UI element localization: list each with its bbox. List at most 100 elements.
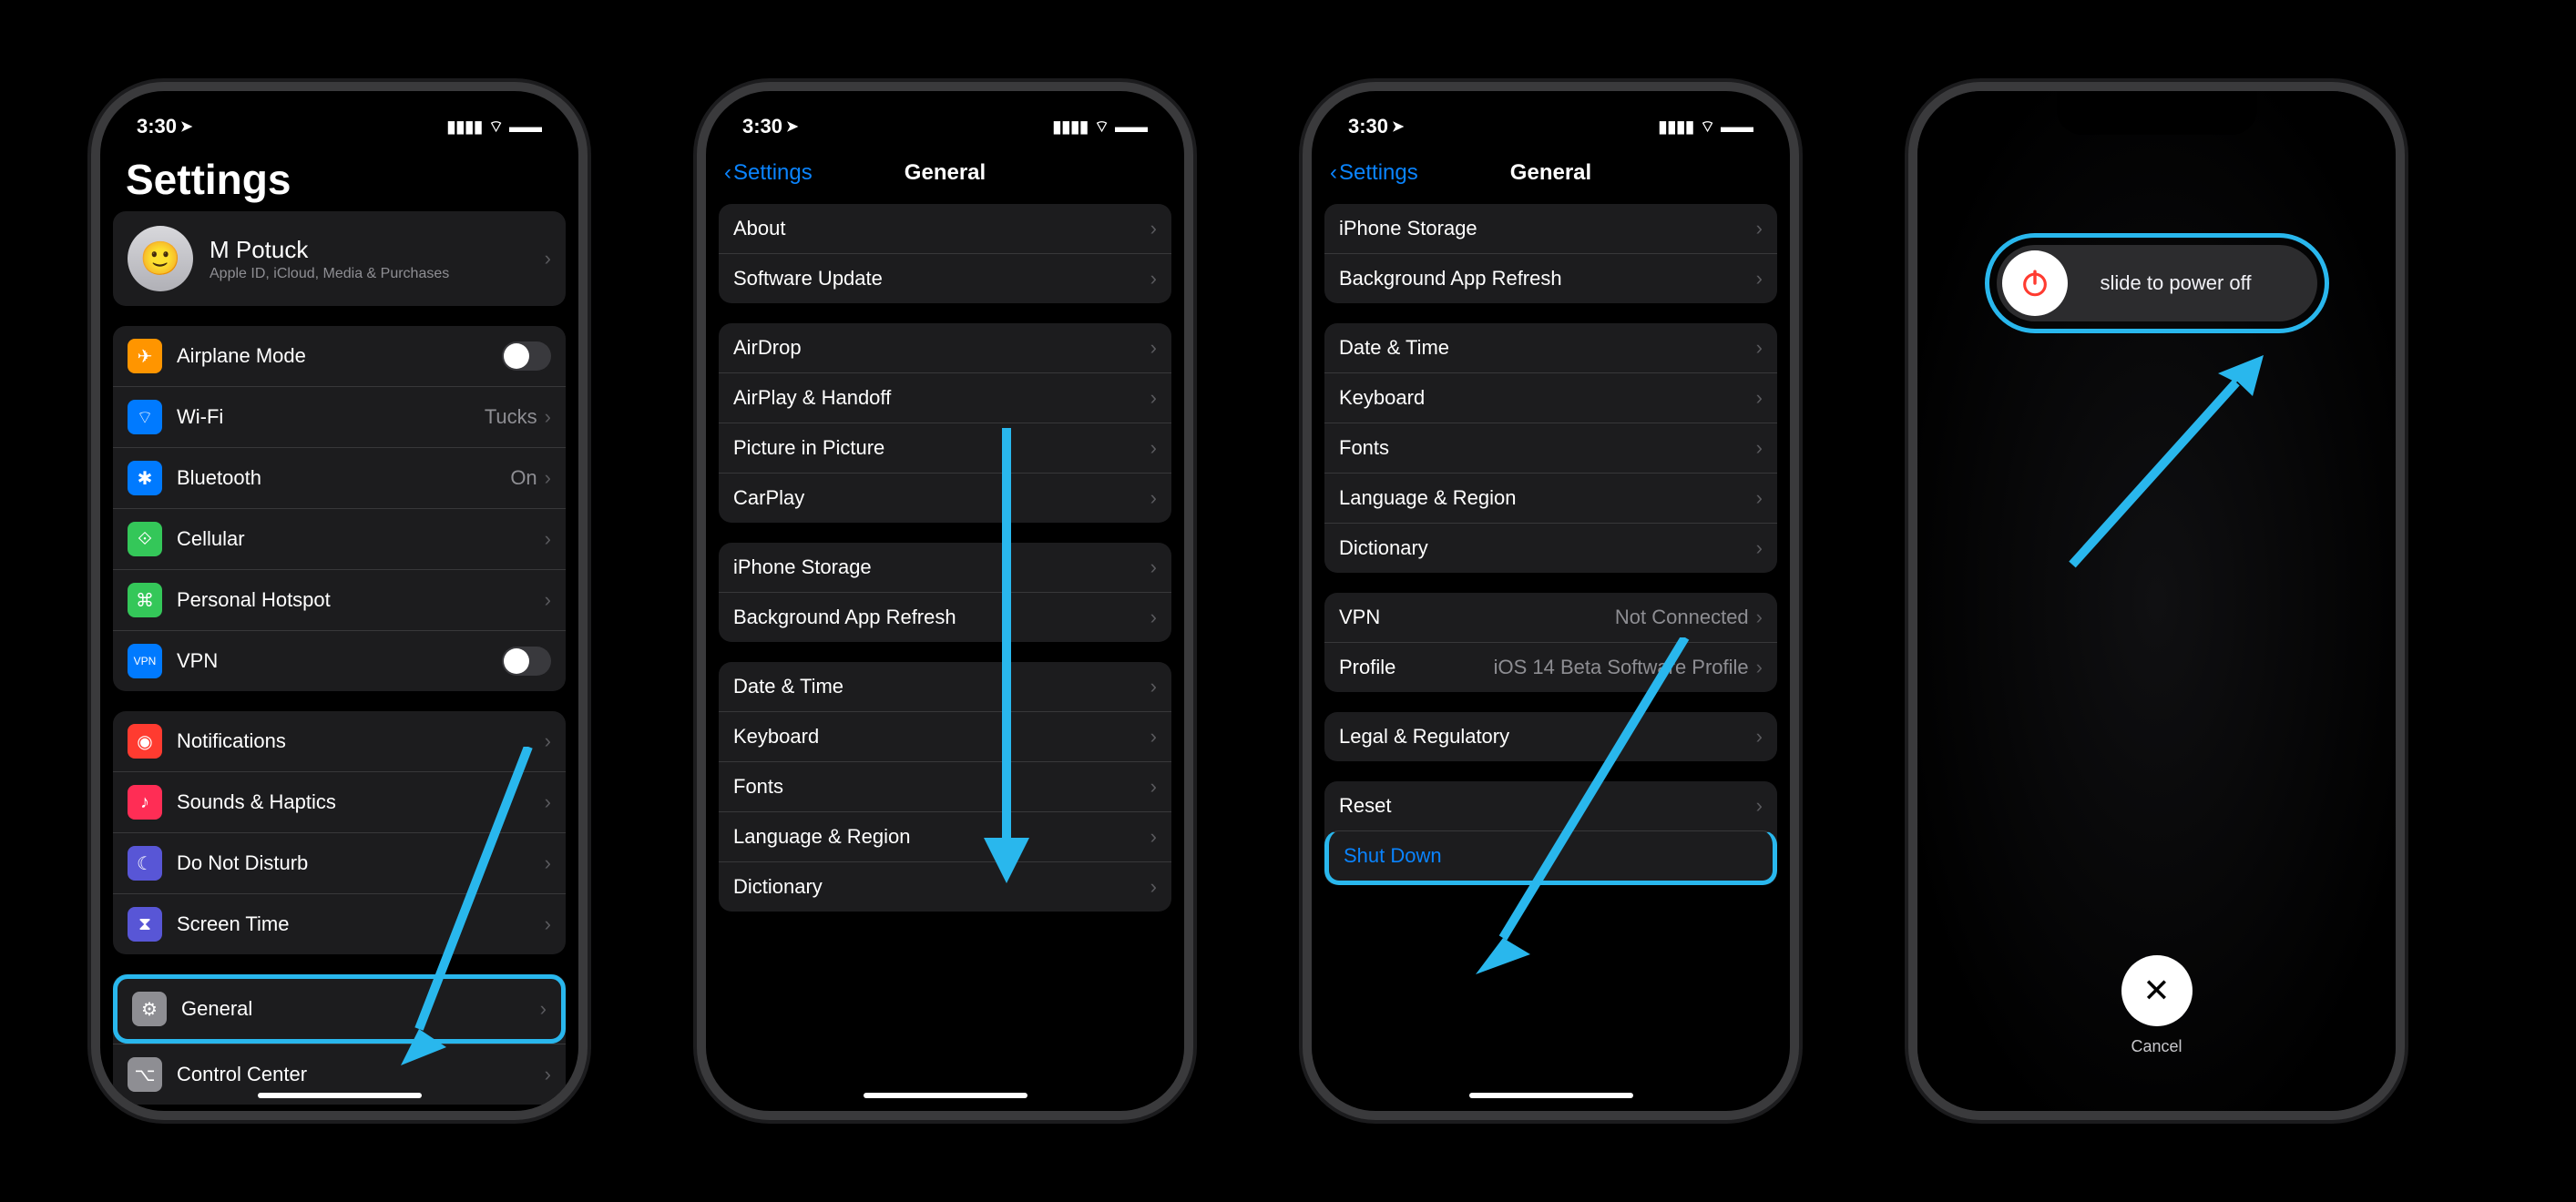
row-label: Language & Region: [1339, 486, 1756, 510]
phone-settings-root: 3:30 ➤ ▮▮▮▮ ⌔ ▬▬ Settings 🙂 M Potuck App…: [91, 82, 588, 1120]
settings-row-iphone-storage[interactable]: iPhone Storage›: [719, 543, 1171, 592]
row-label: VPN: [177, 649, 502, 673]
battery-icon: ▬▬: [509, 117, 542, 137]
settings-row-language-region[interactable]: Language & Region›: [719, 811, 1171, 861]
row-detail: Tucks: [485, 405, 537, 429]
vpn-icon: VPN: [128, 644, 162, 678]
battery-icon: ▬▬: [1115, 117, 1148, 137]
row-label: Background App Refresh: [733, 606, 1150, 629]
cellular-icon: ⟐: [128, 522, 162, 556]
row-label: Fonts: [1339, 436, 1756, 460]
signal-icon: ▮▮▮▮: [446, 117, 483, 137]
row-label: Background App Refresh: [1339, 267, 1756, 290]
settings-row-vpn[interactable]: VPNNot Connected›: [1324, 593, 1777, 642]
screen-time-icon: ⧗: [128, 907, 162, 942]
home-indicator: [864, 1093, 1027, 1098]
nav-bar: ‹ Settings General: [706, 146, 1184, 200]
status-time: 3:30: [1348, 115, 1388, 138]
settings-row-bluetooth[interactable]: ✱BluetoothOn›: [113, 447, 566, 508]
chevron-right-icon: ›: [1150, 436, 1157, 460]
location-icon: ➤: [786, 117, 798, 136]
notch: [845, 91, 1046, 135]
cancel-label: Cancel: [2121, 1037, 2193, 1056]
toggle[interactable]: [502, 341, 551, 371]
do-not-disturb-icon: ☾: [128, 846, 162, 881]
annotation-arrow: [1430, 637, 1703, 983]
status-time: 3:30: [137, 115, 177, 138]
settings-row-fonts[interactable]: Fonts›: [1324, 423, 1777, 473]
chevron-right-icon: ›: [545, 527, 551, 551]
sounds-haptics-icon: ♪: [128, 785, 162, 820]
settings-row-language-region[interactable]: Language & Region›: [1324, 473, 1777, 523]
control-center-icon: ⌥: [128, 1057, 162, 1092]
settings-row-iphone-storage[interactable]: iPhone Storage›: [1324, 204, 1777, 253]
back-button[interactable]: ‹ Settings: [1330, 160, 1418, 186]
row-label: Bluetooth: [177, 466, 510, 490]
home-indicator: [258, 1093, 422, 1098]
settings-row-personal-hotspot[interactable]: ⌘Personal Hotspot›: [113, 569, 566, 630]
settings-row-dictionary[interactable]: Dictionary›: [1324, 523, 1777, 573]
chevron-right-icon: ›: [1150, 217, 1157, 240]
signal-icon: ▮▮▮▮: [1658, 117, 1694, 137]
row-label: Fonts: [733, 775, 1150, 799]
phone-power-off: slide to power off ✕ Cancel: [1908, 82, 2405, 1120]
chevron-right-icon: ›: [1150, 336, 1157, 360]
settings-row-keyboard[interactable]: Keyboard›: [719, 711, 1171, 761]
settings-row-dictionary[interactable]: Dictionary›: [719, 861, 1171, 912]
settings-row-background-app-refresh[interactable]: Background App Refresh›: [719, 592, 1171, 642]
settings-row-carplay[interactable]: CarPlay›: [719, 473, 1171, 523]
annotation-arrow: [961, 428, 1052, 883]
battery-icon: ▬▬: [1721, 117, 1753, 137]
chevron-right-icon: ›: [1150, 675, 1157, 698]
cancel-button[interactable]: ✕: [2121, 955, 2193, 1026]
chevron-right-icon: ›: [1150, 267, 1157, 290]
settings-row-vpn[interactable]: VPN VPN: [113, 630, 566, 691]
chevron-right-icon: ›: [1756, 794, 1763, 818]
page-title: Settings: [100, 146, 578, 208]
back-label: Settings: [1339, 160, 1418, 186]
toggle[interactable]: [502, 647, 551, 676]
settings-row-date-time[interactable]: Date & Time›: [1324, 323, 1777, 372]
notch: [1451, 91, 1651, 135]
row-label: VPN: [1339, 606, 1615, 629]
row-label: Software Update: [733, 267, 1150, 290]
row-label: Wi-Fi: [177, 405, 485, 429]
notifications-icon: ◉: [128, 724, 162, 759]
phone-general: 3:30 ➤ ▮▮▮▮ ⌔ ▬▬ ‹ Settings General Abou…: [697, 82, 1193, 1120]
profile-row[interactable]: 🙂 M Potuck Apple ID, iCloud, Media & Pur…: [113, 211, 566, 306]
personal-hotspot-icon: ⌘: [128, 583, 162, 617]
profile-sub: Apple ID, iCloud, Media & Purchases: [210, 266, 545, 282]
settings-row-date-time[interactable]: Date & Time›: [719, 662, 1171, 711]
profile-name: M Potuck: [210, 236, 545, 264]
phone-general-scrolled: 3:30 ➤ ▮▮▮▮ ⌔ ▬▬ ‹ Settings General iPho…: [1303, 82, 1799, 1120]
settings-row-keyboard[interactable]: Keyboard›: [1324, 372, 1777, 423]
back-button[interactable]: ‹ Settings: [724, 160, 813, 186]
chevron-right-icon: ›: [1150, 725, 1157, 749]
settings-row-wi-fi[interactable]: ⌔Wi-FiTucks›: [113, 386, 566, 447]
settings-row-airplay-handoff[interactable]: AirPlay & Handoff›: [719, 372, 1171, 423]
row-label: Keyboard: [733, 725, 1150, 749]
settings-row-background-app-refresh[interactable]: Background App Refresh›: [1324, 253, 1777, 303]
slide-power-off-highlight: slide to power off: [1985, 233, 2329, 333]
row-label: Language & Region: [733, 825, 1150, 849]
settings-row-cellular[interactable]: ⟐Cellular›: [113, 508, 566, 569]
chevron-right-icon: ›: [1150, 386, 1157, 410]
back-label: Settings: [733, 160, 813, 186]
slide-to-power-off[interactable]: slide to power off: [1997, 245, 2317, 321]
settings-row-fonts[interactable]: Fonts›: [719, 761, 1171, 811]
chevron-right-icon: ›: [1150, 825, 1157, 849]
settings-row-airdrop[interactable]: AirDrop›: [719, 323, 1171, 372]
row-label: CarPlay: [733, 486, 1150, 510]
annotation-arrow: [364, 747, 547, 1075]
status-time: 3:30: [742, 115, 782, 138]
chevron-right-icon: ›: [1756, 725, 1763, 749]
settings-row-airplane-mode[interactable]: ✈Airplane Mode: [113, 326, 566, 386]
settings-row-about[interactable]: About›: [719, 204, 1171, 253]
row-label: Picture in Picture: [733, 436, 1150, 460]
settings-row-software-update[interactable]: Software Update›: [719, 253, 1171, 303]
chevron-right-icon: ›: [545, 588, 551, 612]
power-icon[interactable]: [2002, 250, 2068, 316]
chevron-left-icon: ‹: [724, 160, 731, 186]
row-detail: Not Connected: [1615, 606, 1749, 629]
settings-row-picture-in-picture[interactable]: Picture in Picture›: [719, 423, 1171, 473]
